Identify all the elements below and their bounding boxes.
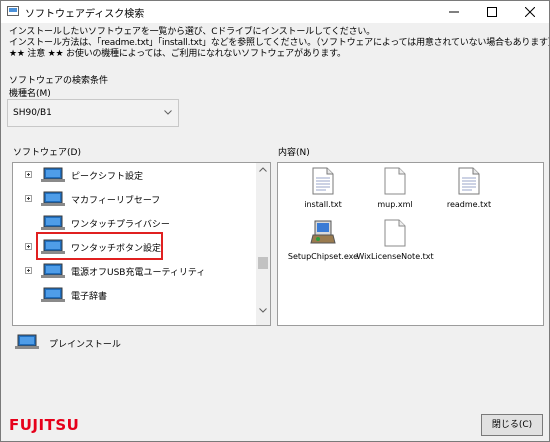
window-title: ソフトウェアディスク検索	[25, 9, 145, 20]
expand-icon[interactable]	[25, 267, 32, 274]
minimize-icon	[449, 11, 459, 13]
chevron-down-icon	[164, 110, 172, 115]
laptop-icon	[41, 215, 65, 230]
close-icon	[525, 7, 535, 17]
text-file-icon	[312, 167, 334, 195]
instruction-line-3: ★★ 注意 ★★ お使いの機種によっては、ご利用になれないソフトウェアがあります…	[9, 49, 346, 59]
scroll-up-icon[interactable]	[259, 167, 267, 172]
maximize-button[interactable]	[473, 1, 511, 23]
tree-item-label: 電子辞書	[71, 292, 108, 302]
expand-icon[interactable]	[25, 171, 32, 178]
file-name: WixLicenseNote.txt	[356, 252, 434, 261]
close-window-button[interactable]	[511, 1, 549, 23]
fujitsu-logo: FUJITSU	[9, 416, 80, 434]
title-bar: ソフトウェアディスク検索	[1, 1, 549, 23]
installer-icon	[310, 220, 336, 244]
laptop-icon	[41, 263, 65, 278]
laptop-icon	[41, 287, 65, 302]
search-conditions-label: ソフトウェアの検索条件	[9, 76, 109, 86]
selected-item-highlight	[36, 232, 163, 260]
file-name: readme.txt	[446, 200, 492, 209]
tree-item[interactable]: 電子辞書	[13, 284, 258, 306]
laptop-icon	[41, 191, 65, 206]
close-button[interactable]: 閉じる(C)	[481, 414, 543, 436]
text-file-icon	[458, 167, 480, 195]
expand-icon[interactable]	[25, 243, 32, 250]
contents-label: 内容(N)	[278, 148, 310, 158]
tree-item[interactable]: ピークシフト設定	[13, 164, 258, 186]
file-item[interactable]: readme.txt	[424, 167, 514, 209]
model-label: 機種名(M)	[9, 89, 51, 99]
scroll-down-icon[interactable]	[259, 308, 267, 313]
tree-item[interactable]: 電源オフUSB充電ユーティリティ	[13, 260, 258, 282]
document-icon	[384, 219, 406, 247]
file-item[interactable]: WixLicenseNote.txt	[350, 219, 440, 261]
tree-item-label: ピークシフト設定	[71, 172, 144, 182]
minimize-button[interactable]	[435, 1, 473, 23]
app-icon	[7, 6, 19, 16]
tree-item[interactable]: マカフィーリブセーフ	[13, 188, 258, 210]
tree-item-label: ワンタッチプライバシー	[71, 220, 170, 230]
preinstall-label: プレインストール	[49, 340, 121, 350]
tree-scroll-thumb[interactable]	[258, 257, 268, 269]
laptop-icon	[41, 167, 65, 182]
model-select[interactable]: SH90/B1	[7, 99, 179, 127]
instruction-line-2: インストール方法は、「readme.txt」「install.txt」などを参照…	[9, 38, 550, 48]
tree-item-label: 電源オフUSB充電ユーティリティ	[71, 268, 206, 278]
software-label: ソフトウェア(D)	[13, 148, 81, 158]
laptop-icon	[15, 334, 39, 349]
contents-panel[interactable]: install.txt mup.xml readme.txt SetupChipset…	[277, 162, 544, 326]
software-disk-search-window: ソフトウェアディスク検索 インストールしたいソフトウェアを一覧から選び、Cドライ…	[0, 0, 550, 442]
maximize-icon	[487, 7, 497, 17]
tree-item-label: マカフィーリブセーフ	[71, 196, 161, 206]
tree-item[interactable]: ワンタッチプライバシー	[13, 212, 258, 234]
model-select-value: SH90/B1	[13, 108, 52, 118]
tree-scrollbar[interactable]	[256, 163, 270, 325]
expand-icon[interactable]	[25, 195, 32, 202]
document-icon	[384, 167, 406, 195]
instruction-line-1: インストールしたいソフトウェアを一覧から選び、Cドライブにインストールしてくださ…	[9, 27, 375, 37]
